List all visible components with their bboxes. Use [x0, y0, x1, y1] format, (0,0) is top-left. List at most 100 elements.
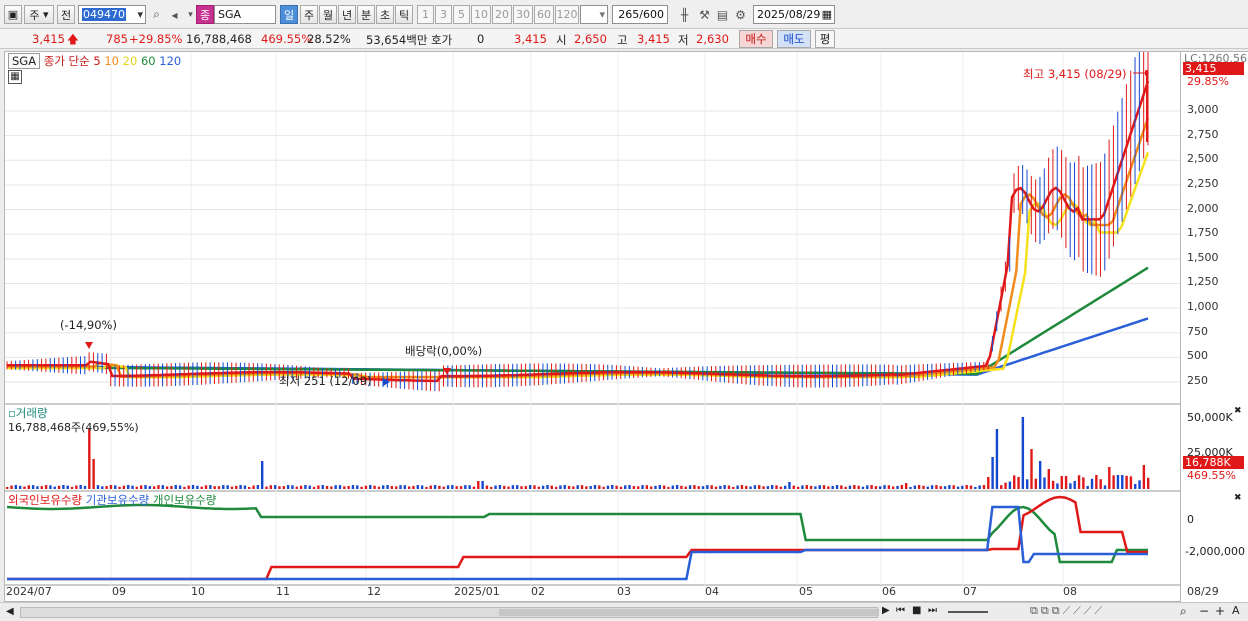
- volume-bar: [66, 485, 69, 489]
- interval-3[interactable]: 3: [435, 5, 452, 24]
- scrollbar-thumb[interactable]: [499, 609, 879, 616]
- interval-60[interactable]: 60: [534, 5, 554, 24]
- stop-icon[interactable]: ■: [912, 605, 921, 616]
- price-tick: 3,000: [1187, 103, 1219, 116]
- period-day[interactable]: 일: [280, 5, 298, 24]
- volume-bar: [364, 485, 368, 489]
- period-minute[interactable]: 분: [357, 5, 375, 24]
- zoom-slider[interactable]: [948, 611, 988, 613]
- code-input[interactable]: 049470 ▾: [78, 5, 146, 24]
- volume-bar: [615, 485, 618, 489]
- legend-institution: 기관보유수량: [85, 493, 150, 507]
- chart-canvas[interactable]: [5, 52, 1180, 603]
- minus-icon[interactable]: −: [1199, 604, 1209, 618]
- x-label: 11: [276, 585, 290, 598]
- stock-name-field[interactable]: SGA: [214, 5, 276, 24]
- volume-bar: [844, 486, 847, 489]
- volume-bar: [637, 486, 640, 489]
- speaker-icon[interactable]: ◂: [166, 6, 183, 23]
- chart-area[interactable]: [4, 51, 1248, 603]
- change-value: 785: [106, 32, 128, 46]
- panel-close-icon[interactable]: ✖: [1234, 493, 1242, 503]
- volume-bar: [135, 486, 139, 489]
- tool-icon[interactable]: ⚒: [696, 6, 713, 23]
- volume-bar: [524, 486, 528, 489]
- volume-bar: [930, 485, 934, 489]
- volume-bar: [295, 486, 298, 489]
- horizontal-scrollbar[interactable]: [20, 607, 879, 618]
- volume-bar: [256, 485, 260, 489]
- chevron-down-icon[interactable]: ▾: [599, 8, 605, 21]
- interval-10[interactable]: 10: [471, 5, 491, 24]
- volume-bar: [1060, 476, 1063, 489]
- volume-bar: [969, 485, 973, 489]
- count-field[interactable]: 265/600: [612, 5, 668, 24]
- volume-bar: [472, 486, 476, 489]
- candle-type-icon[interactable]: ╫: [676, 6, 693, 23]
- volume-bar: [429, 485, 432, 489]
- volume-bar: [1116, 475, 1120, 489]
- volume-bar: [693, 485, 696, 489]
- interval-1[interactable]: 1: [417, 5, 434, 24]
- x-label: 12: [367, 585, 381, 598]
- x-label: 2025/01: [454, 585, 500, 598]
- volume-bar: [965, 485, 968, 489]
- volume-bar: [662, 485, 666, 489]
- sell-button[interactable]: 매도: [777, 30, 811, 48]
- avg-button[interactable]: 평: [815, 30, 835, 48]
- volume-bar: [321, 485, 324, 489]
- panel-close-icon[interactable]: ✖: [1234, 406, 1242, 416]
- volume-bar: [1099, 479, 1102, 489]
- volume-bar: [235, 485, 238, 489]
- volume-bar: [956, 486, 960, 489]
- calendar-icon[interactable]: ▦: [822, 8, 832, 21]
- drawing-tools-icon[interactable]: ⧉⧉⧉⟋⟋⟋⟋: [1030, 604, 1105, 618]
- calculator-icon[interactable]: ▦: [8, 70, 22, 84]
- forward-icon[interactable]: ⏭: [928, 605, 937, 616]
- scroll-left-icon[interactable]: ◀: [6, 606, 14, 617]
- volume-bar: [580, 485, 584, 489]
- save-icon[interactable]: ▤: [714, 6, 731, 23]
- plus-icon[interactable]: +: [1215, 604, 1225, 618]
- buy-button[interactable]: 매수: [739, 30, 773, 48]
- volume-bar: [399, 485, 402, 489]
- interval-5[interactable]: 5: [453, 5, 470, 24]
- date-field[interactable]: 2025/08/29 ▦: [753, 5, 835, 24]
- open-label: 시: [556, 33, 567, 47]
- chevron-down-icon[interactable]: ▾: [137, 8, 143, 21]
- period-week[interactable]: 주: [300, 5, 318, 24]
- window-menu-icon[interactable]: ▣: [4, 5, 22, 24]
- font-size-icon[interactable]: A: [1232, 604, 1240, 617]
- volume-bar: [1051, 480, 1055, 489]
- volume-bar: [1021, 417, 1025, 489]
- gear-icon[interactable]: ⚙: [732, 6, 749, 23]
- volume-bar: [701, 486, 705, 489]
- x-label: 06: [882, 585, 896, 598]
- prev-button[interactable]: 전: [57, 5, 75, 24]
- volume-bar: [775, 485, 778, 489]
- period-year[interactable]: 년: [338, 5, 356, 24]
- volume-bar: [1138, 480, 1141, 489]
- x-label: 07: [963, 585, 977, 598]
- period-tick[interactable]: 틱: [395, 5, 413, 24]
- interval-20[interactable]: 20: [492, 5, 512, 24]
- interval-input[interactable]: ▾: [580, 5, 608, 24]
- period-second[interactable]: 초: [376, 5, 394, 24]
- scroll-right-icon[interactable]: ▶: [882, 605, 890, 616]
- high-label: 고: [617, 33, 628, 47]
- interval-30[interactable]: 30: [513, 5, 533, 24]
- volume-bar: [671, 485, 674, 489]
- search-icon[interactable]: ⌕: [148, 6, 165, 23]
- volume-bar: [217, 486, 221, 489]
- volume-bar: [442, 486, 445, 489]
- search-icon[interactable]: ⌕: [1180, 604, 1187, 619]
- market-select[interactable]: 주 ▾: [24, 5, 54, 24]
- volume-bar: [403, 485, 407, 489]
- volume-bar: [1125, 475, 1128, 489]
- interval-120[interactable]: 120: [555, 5, 579, 24]
- period-month[interactable]: 월: [319, 5, 337, 24]
- volume-bar: [974, 486, 977, 489]
- rewind-icon[interactable]: ⏮: [896, 605, 905, 616]
- volume-bar: [550, 485, 553, 489]
- volume-bar: [494, 485, 497, 489]
